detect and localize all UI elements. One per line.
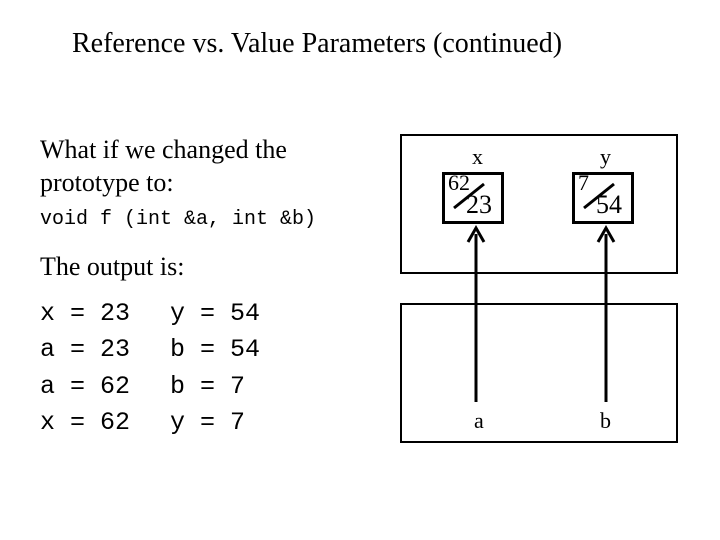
var-label-y: y bbox=[600, 144, 611, 170]
output-row: a = 23b = 54 bbox=[40, 332, 260, 368]
output-cell: a = 62 bbox=[40, 369, 170, 405]
output-cell: a = 23 bbox=[40, 332, 170, 368]
output-cell: y = 7 bbox=[170, 408, 245, 437]
new-value-x: 23 bbox=[466, 190, 492, 220]
intro-text: What if we changed the prototype to: bbox=[40, 134, 370, 199]
slide-title: Reference vs. Value Parameters (continue… bbox=[72, 28, 562, 60]
var-label-x: x bbox=[472, 144, 483, 170]
output-cell: y = 54 bbox=[170, 299, 260, 328]
output-cell: x = 62 bbox=[40, 405, 170, 441]
new-value-y: 54 bbox=[596, 190, 622, 220]
var-label-b: b bbox=[600, 408, 611, 434]
output-row: a = 62b = 7 bbox=[40, 369, 260, 405]
callee-frame-box bbox=[400, 303, 678, 443]
var-label-a: a bbox=[474, 408, 484, 434]
prototype-code: void f (int &a, int &b) bbox=[40, 208, 316, 231]
old-value-y: 7 bbox=[578, 170, 589, 196]
output-header: The output is: bbox=[40, 252, 184, 282]
output-cell: b = 7 bbox=[170, 372, 245, 401]
output-row: x = 62y = 7 bbox=[40, 405, 260, 441]
output-cell: x = 23 bbox=[40, 296, 170, 332]
output-row: x = 23y = 54 bbox=[40, 296, 260, 332]
output-block: x = 23y = 54 a = 23b = 54 a = 62b = 7 x … bbox=[40, 296, 260, 441]
intro-line-1: What if we changed the bbox=[40, 135, 287, 164]
intro-line-2: prototype to: bbox=[40, 168, 174, 197]
output-cell: b = 54 bbox=[170, 335, 260, 364]
